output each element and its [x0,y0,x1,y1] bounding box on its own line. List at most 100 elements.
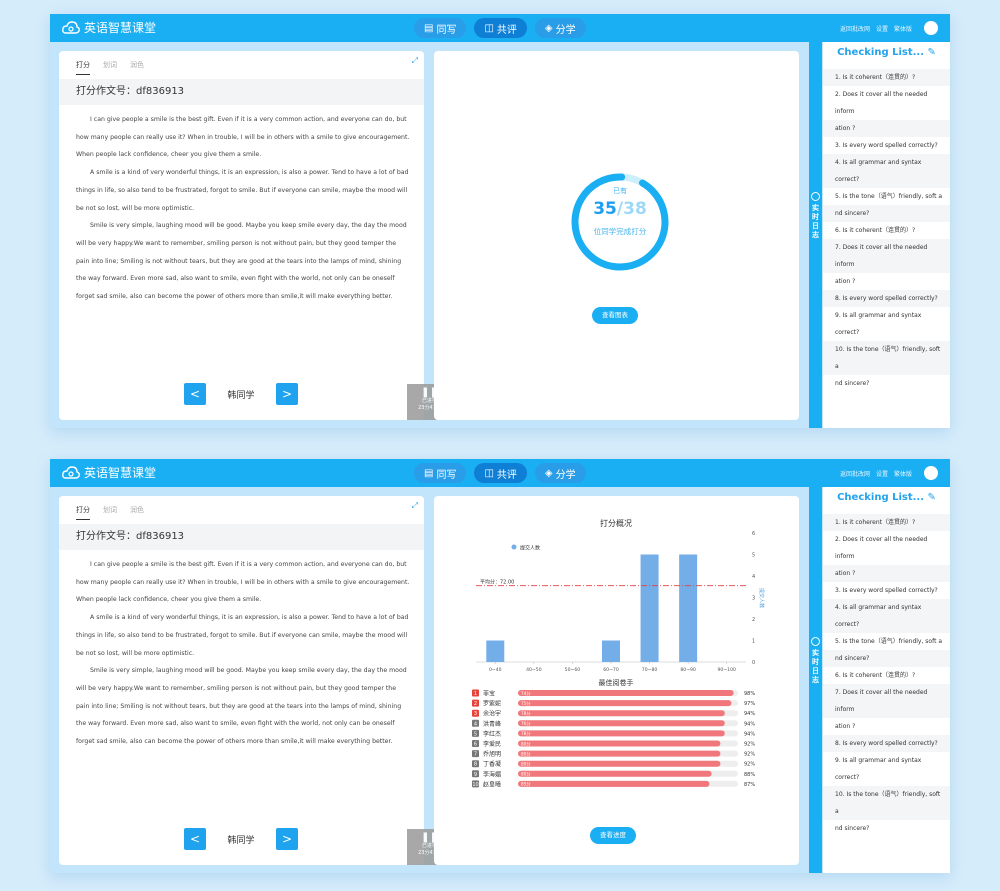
tab-highlight[interactable]: 划词 [103,60,117,75]
checklist-item: 8. Is every word spelled correctly? [823,290,950,307]
grader-score: 80分 [521,740,531,747]
student-pager: < 韩同学 > [184,828,298,850]
checklist-panel: Checking List... ✎ 1. Is it coherent（连贯的… [823,42,950,428]
essay-paragraph: A smile is a kind of very wonderful thin… [76,614,409,657]
rank-number: 3 [474,711,477,717]
pencil-icon[interactable]: ✎ [928,492,936,503]
avatar[interactable] [924,466,938,480]
checklist-list: 1. Is it coherent（连贯的）? 2. Does it cover … [823,69,950,392]
grader-name: 李红杰 [483,730,501,738]
rank-number: 6 [474,742,477,748]
pencil-icon[interactable]: ✎ [928,47,936,58]
stats-panel: 打分概况 提交人数 0 1 2 3 4 5 6 提交人数 0~40 40~50 50~60 60~70 70… [434,496,799,865]
prev-student-button[interactable]: < [184,383,206,405]
tab-fenxue[interactable]: ◈ 分学 [534,463,586,483]
ranking-bar [518,710,725,717]
ranking-bar [518,690,734,696]
avatar[interactable] [924,21,938,35]
grader-name: 李爱民 [483,740,501,748]
rank-number: 10 [472,782,478,788]
clock-icon [811,637,820,646]
x-tick-label: 90~100 [717,667,736,673]
essay-panel: 打分 划词 润色 ⤢ 打分作文号：df836913 I can give peo… [59,496,424,865]
checklist-item: 5. Is the tone（语气）friendly, soft a [835,638,943,645]
link-traditional[interactable]: 繁体版 [894,24,912,33]
tab-tongxie[interactable]: ▤ 同写 [414,463,467,483]
checklist-item: 6. Is it coherent（连贯的）? [835,672,916,679]
ranking-value: 88% [744,772,755,778]
expand-icon[interactable]: ⤢ [412,501,418,511]
progress-suffix: 位同学完成打分 [593,227,647,236]
essay-text: I can give people a smile is the best gi… [76,111,411,306]
ranking-value: 87% [744,782,755,788]
realtime-log-tab[interactable]: 实时日志 [809,487,822,873]
ranking-bar [518,750,721,757]
realtime-log-label: 实时日志 [812,649,819,684]
checklist-item: nd sincere? [835,825,870,832]
expand-icon[interactable]: ⤢ [412,56,418,66]
next-student-button[interactable]: > [276,383,298,405]
essay-tabs: 打分 划词 润色 [76,505,144,520]
grader-name: 余治宇 [483,710,501,718]
cloud-logo-icon [62,465,80,479]
link-back[interactable]: 返回批改网 [840,24,870,33]
essay-paragraph: I can give people a smile is the best gi… [76,116,410,159]
tab-label: 同写 [436,469,457,481]
checklist-item: 3. Is every word spelled correctly? [835,587,938,594]
ranking-title: 最佳阅卷手 [599,678,634,687]
top-links: 返回批改网 设置 繁体版 [840,14,938,42]
logo-text: 英语智慧课堂 [84,21,157,35]
tab-gongping[interactable]: ◫ 共评 [474,463,527,483]
ranking-value: 98% [744,691,755,697]
checklist-item: 6. Is it coherent（连贯的）? [835,227,916,234]
tab-label: 共评 [496,24,517,36]
tab-label: 分学 [555,469,576,481]
y-tick-label: 5 [752,553,755,559]
tab-highlight[interactable]: 划词 [103,505,117,520]
ranking-value: 94% [744,731,755,737]
checklist-item: 7. Does it cover all the needed inform [823,239,950,273]
legend-swatch [511,544,517,550]
top-bar: 英语智慧课堂 ▤ 同写 ◫ 共评 ◈ 分学 返回批改网 设置 繁体版 [50,459,950,487]
grader-score: 80分 [521,750,531,757]
grader-score: 78分 [521,730,531,737]
realtime-log-label: 实时日志 [812,204,819,239]
checklist-panel: Checking List... ✎ 1. Is it coherent（连贯的… [823,487,950,873]
link-traditional[interactable]: 繁体版 [894,469,912,478]
doc-number: 打分作文号：df836913 [59,79,424,105]
y-tick-label: 4 [752,574,755,580]
checklist-item: ation ? [835,723,856,730]
checklist-item: ation ? [823,565,950,582]
rank-number: 8 [474,762,477,768]
realtime-log-tab[interactable]: 实时日志 [809,42,822,428]
tab-gongping[interactable]: ◫ 共评 [474,18,527,38]
ranking-value: 94% [744,721,755,727]
link-settings[interactable]: 设置 [876,24,888,33]
tab-score[interactable]: 打分 [76,60,90,75]
top-bar: 英语智慧课堂 ▤ 同写 ◫ 共评 ◈ 分学 返回批改网 设置 繁体版 [50,14,950,42]
doc-number: 打分作文号：df836913 [59,524,424,550]
next-student-button[interactable]: > [276,828,298,850]
essay-tabs: 打分 划词 润色 [76,60,144,75]
essay-panel: 打分 划词 润色 ⤢ 打分作文号：df836913 I can give peo… [59,51,424,420]
ranking-bar [518,770,712,777]
link-settings[interactable]: 设置 [876,469,888,478]
tab-polish[interactable]: 润色 [130,505,144,520]
view-progress-button[interactable]: 查看进度 [590,827,636,844]
tab-polish[interactable]: 润色 [130,60,144,75]
tab-label: 共评 [496,469,517,481]
prev-student-button[interactable]: < [184,828,206,850]
link-back[interactable]: 返回批改网 [840,469,870,478]
rank-number: 4 [474,721,477,727]
student-name: 韩同学 [227,390,255,401]
y-tick-label: 6 [752,531,755,537]
checklist-item: 2. Does it cover all the needed inform [835,91,928,115]
main-nav: ▤ 同写 ◫ 共评 ◈ 分学 [414,18,586,38]
tab-tongxie[interactable]: ▤ 同写 [414,18,467,38]
tab-score[interactable]: 打分 [76,505,90,520]
view-chart-button[interactable]: 查看图表 [592,307,638,324]
ranking-value: 92% [744,762,755,768]
x-tick-label: 0~40 [489,667,502,673]
tab-fenxue[interactable]: ◈ 分学 [534,18,586,38]
checklist-item: 4. Is all grammar and syntax correct? [823,599,950,633]
